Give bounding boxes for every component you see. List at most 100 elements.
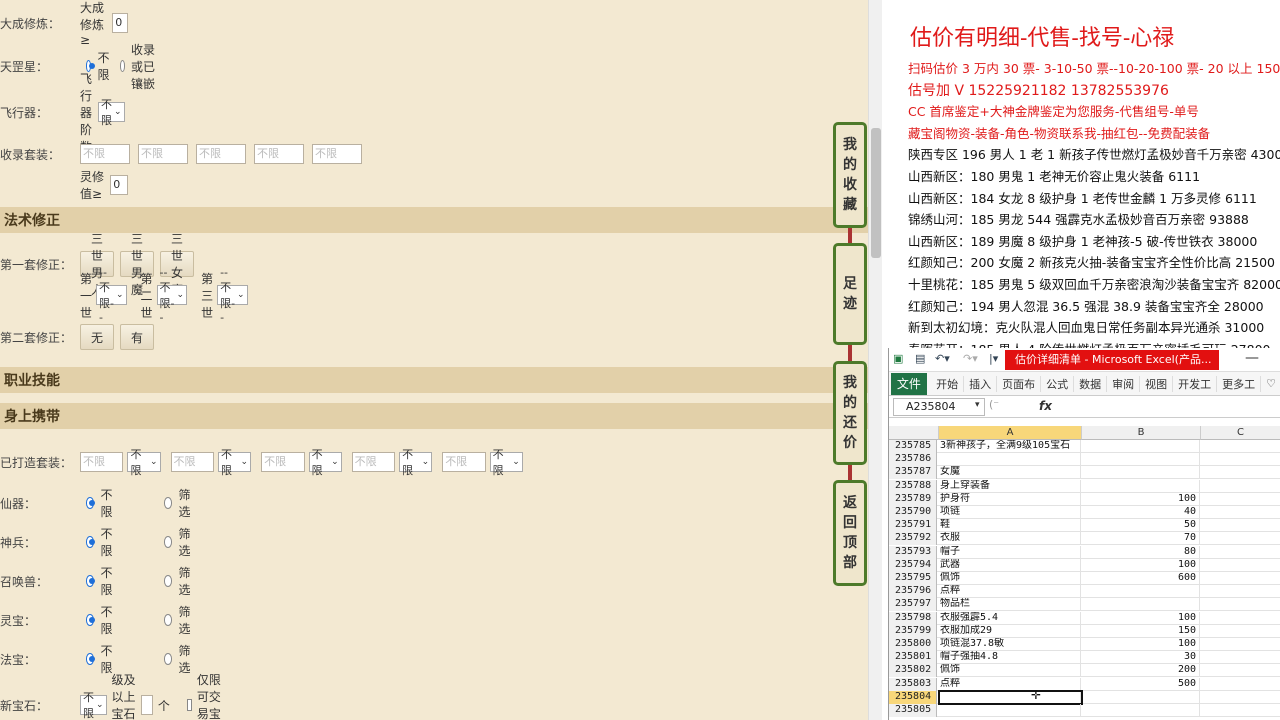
cell-a[interactable]: [939, 704, 1081, 717]
formula-expand-icon[interactable]: (⁻: [989, 398, 999, 411]
zhaohuanshou-radio-filter[interactable]: [164, 575, 173, 587]
cell-c[interactable]: [1201, 638, 1280, 651]
ribbon-tab-home[interactable]: 开始: [931, 375, 965, 392]
ribbon-tab-data[interactable]: 数据: [1074, 375, 1108, 392]
redo-icon[interactable]: ↷▾: [963, 352, 978, 365]
cell-b[interactable]: [1082, 466, 1200, 480]
dazao-input-5[interactable]: 不限: [442, 452, 486, 472]
ribbon-tab-more[interactable]: 更多工: [1217, 375, 1262, 392]
row-number[interactable]: 235785: [889, 440, 937, 453]
shenbing-radio-unlimited[interactable]: [86, 536, 96, 548]
cell-c[interactable]: [1201, 532, 1280, 545]
ribbon-tab-layout[interactable]: 页面布: [997, 375, 1042, 392]
cell-a[interactable]: 帽子: [939, 545, 1081, 559]
cell-b[interactable]: 200: [1082, 664, 1200, 678]
cell-b[interactable]: [1082, 704, 1200, 717]
cell-a[interactable]: 物品栏: [939, 598, 1081, 612]
row-number[interactable]: 235798: [889, 611, 937, 625]
cell-a[interactable]: 衣服强霹5.4: [939, 611, 1081, 625]
gem-level-select[interactable]: 不限 ⌄: [80, 691, 107, 720]
row-number[interactable]: 235799: [889, 624, 937, 638]
corner-cell[interactable]: [889, 426, 939, 440]
shoulu-input-1[interactable]: 不限: [80, 144, 130, 164]
row-number[interactable]: 235805: [889, 704, 937, 717]
cell-a[interactable]: 项链混37.8敏: [939, 638, 1081, 651]
col-header-c[interactable]: C: [1201, 426, 1280, 440]
ribbon-tab-review[interactable]: 审阅: [1107, 375, 1141, 392]
scrollbar-thumb[interactable]: [871, 128, 881, 258]
row-number[interactable]: 235787: [889, 466, 937, 480]
shenbing-radio-filter[interactable]: [164, 536, 173, 548]
cell-a[interactable]: 点粹: [939, 677, 1081, 691]
side-tab-favorites[interactable]: 我 的 收 藏: [833, 122, 867, 228]
cell-b[interactable]: 100: [1082, 611, 1200, 625]
ribbon-tab-formulas[interactable]: 公式: [1041, 375, 1075, 392]
ribbon-file-tab[interactable]: 文件: [891, 372, 927, 395]
lingbao-radio-filter[interactable]: [164, 614, 173, 626]
row-number[interactable]: 235802: [889, 664, 937, 678]
cell-c[interactable]: [1201, 506, 1280, 519]
cell-b[interactable]: 40: [1082, 506, 1200, 519]
cell-b[interactable]: 50: [1082, 519, 1200, 533]
cell-c[interactable]: [1201, 572, 1280, 585]
page-scrollbar[interactable]: [868, 0, 882, 720]
row-number[interactable]: 235795: [889, 572, 937, 585]
gen2-select[interactable]: --不限-- ⌄: [156, 266, 188, 324]
row-number[interactable]: 235801: [889, 651, 937, 665]
cell-b[interactable]: [1082, 690, 1200, 704]
gem-count-input[interactable]: [141, 695, 153, 715]
section-zhiye[interactable]: 职业技能: [0, 367, 868, 393]
cell-b[interactable]: 80: [1082, 545, 1200, 559]
cell-c[interactable]: [1201, 585, 1280, 598]
col-header-a[interactable]: A: [939, 426, 1082, 440]
cell-a[interactable]: 衣服: [939, 532, 1081, 546]
cell-a[interactable]: 女魔: [939, 466, 1081, 480]
row-number[interactable]: 235800: [889, 638, 937, 651]
cell-a[interactable]: 护身符: [939, 492, 1081, 506]
ribbon-collapse-icon[interactable]: ♡: [1261, 377, 1280, 390]
fabao-radio-filter[interactable]: [164, 653, 173, 665]
cell-a[interactable]: 衣服加成29: [939, 624, 1081, 638]
cell-b[interactable]: 100: [1082, 558, 1200, 572]
cell-c[interactable]: [1201, 612, 1280, 625]
gen1-select[interactable]: --不限-- ⌄: [96, 266, 127, 324]
row-number[interactable]: 235792: [889, 532, 937, 546]
row-number[interactable]: 235796: [889, 585, 937, 599]
dazao-select-1[interactable]: 不限 ⌄: [127, 448, 161, 477]
cell-c[interactable]: [1201, 440, 1280, 453]
dacheng-input[interactable]: 0: [112, 13, 129, 33]
shoulu-input-5[interactable]: 不限: [312, 144, 362, 164]
row-number[interactable]: 235788: [889, 479, 937, 493]
cell-b[interactable]: 70: [1082, 532, 1200, 546]
row-number[interactable]: 235791: [889, 519, 937, 533]
cell-b[interactable]: 600: [1082, 572, 1200, 585]
cell-a[interactable]: 武器: [939, 558, 1081, 572]
cell-c[interactable]: [1201, 559, 1280, 572]
row-number[interactable]: 235794: [889, 558, 937, 572]
cell-b[interactable]: [1082, 598, 1200, 612]
side-tab-back-to-top[interactable]: 返 回 顶 部: [833, 480, 867, 586]
cell-b[interactable]: 500: [1082, 677, 1200, 691]
row-number[interactable]: 235803: [889, 677, 937, 691]
cell-b[interactable]: [1082, 585, 1200, 599]
xianqi-radio-unlimited[interactable]: [86, 497, 96, 509]
cell-c[interactable]: [1201, 493, 1280, 506]
save-icon[interactable]: ▤: [915, 352, 925, 365]
lingbao-radio-unlimited[interactable]: [86, 614, 96, 626]
minimize-icon[interactable]: —: [1245, 350, 1259, 366]
ribbon-tab-insert[interactable]: 插入: [964, 375, 998, 392]
fabao-radio-unlimited[interactable]: [86, 653, 96, 665]
dazao-input-3[interactable]: 不限: [261, 452, 305, 472]
cell-c[interactable]: [1201, 453, 1280, 466]
cell-a[interactable]: 帽子强抽4.8: [939, 651, 1081, 665]
cell-b[interactable]: 30: [1082, 651, 1200, 665]
shoulu-input-3[interactable]: 不限: [196, 144, 246, 164]
xianqi-radio-filter[interactable]: [164, 497, 173, 509]
btn-second-yes[interactable]: 有: [120, 324, 155, 350]
row-number[interactable]: 235793: [889, 545, 937, 559]
cell-c[interactable]: [1201, 519, 1280, 532]
cell-a[interactable]: 项链: [939, 506, 1081, 519]
chevron-down-icon[interactable]: ▾: [975, 400, 980, 410]
cell-b[interactable]: [1082, 440, 1200, 453]
dazao-select-3[interactable]: 不限 ⌄: [308, 448, 342, 477]
